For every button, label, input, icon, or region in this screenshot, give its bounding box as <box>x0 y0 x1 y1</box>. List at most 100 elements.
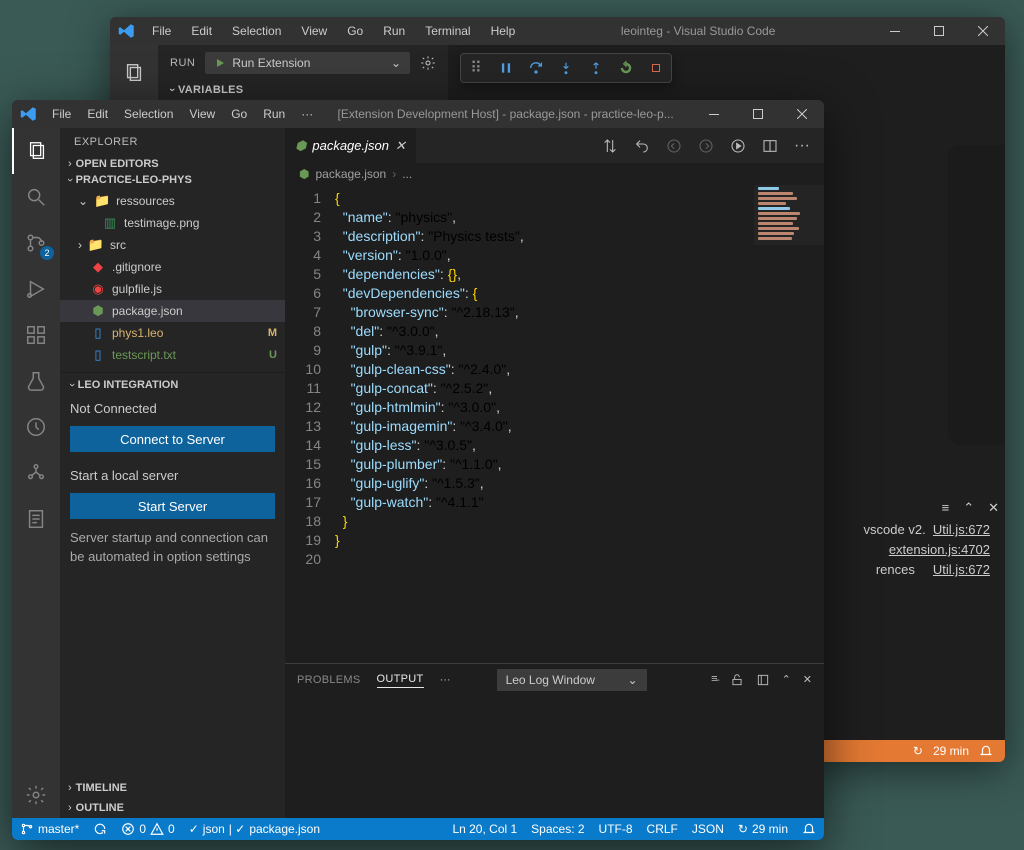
timeline-section[interactable]: TIMELINE <box>60 778 285 798</box>
compare-icon[interactable] <box>598 134 622 158</box>
menu-go[interactable]: Go <box>339 20 371 42</box>
stop-icon[interactable] <box>641 53 671 83</box>
menu-terminal[interactable]: Terminal <box>417 20 478 42</box>
run-debug-icon[interactable] <box>12 266 60 312</box>
explorer-icon[interactable] <box>12 128 60 174</box>
back-titlebar: File Edit Selection View Go Run Terminal… <box>110 17 1005 45</box>
vscode-logo-icon <box>118 22 136 40</box>
file-gulpfile[interactable]: ◉gulpfile.js <box>60 278 285 300</box>
menu-run[interactable]: Run <box>375 20 413 42</box>
output-channel-dropdown[interactable]: Leo Log Window ⌄ <box>497 669 647 691</box>
minimize-button[interactable] <box>692 100 736 128</box>
menu-selection[interactable]: Selection <box>224 20 289 42</box>
document-icon[interactable] <box>12 496 60 542</box>
more-icon[interactable]: ··· <box>440 674 451 686</box>
file-phys1[interactable]: ▯phys1.leoM <box>60 322 285 344</box>
tab-package-json[interactable]: ⬢ package.json ✕ <box>285 128 417 163</box>
menu-overflow[interactable]: ··· <box>295 103 319 125</box>
menu-file[interactable]: File <box>46 103 77 125</box>
notifications-bell-icon[interactable] <box>802 822 816 836</box>
schema-check[interactable]: ✓ json | ✓ package.json <box>189 822 320 836</box>
problems-tab[interactable]: PROBLEMS <box>297 674 361 686</box>
clear-output-icon[interactable]: ≡̵ <box>711 673 717 687</box>
language-mode[interactable]: JSON <box>692 822 724 836</box>
close-button[interactable] <box>780 100 824 128</box>
outline-tree-icon[interactable] <box>12 450 60 496</box>
menu-view[interactable]: View <box>183 103 221 125</box>
folder-src[interactable]: ›📁src <box>60 234 285 256</box>
encoding[interactable]: UTF-8 <box>599 822 633 836</box>
menu-view[interactable]: View <box>293 20 335 42</box>
step-over-icon[interactable] <box>521 53 551 83</box>
drag-handle-icon[interactable]: ⠿ <box>461 53 491 83</box>
file-testscript[interactable]: ▯testscript.txtU <box>60 344 285 366</box>
close-icon[interactable]: ✕ <box>988 500 999 516</box>
chevron-up-icon[interactable]: ⌃ <box>782 673 791 687</box>
folder-ressources[interactable]: ⌄📁ressources <box>60 190 285 212</box>
maximize-button[interactable] <box>917 17 961 45</box>
start-server-button[interactable]: Start Server <box>70 493 275 519</box>
breadcrumb[interactable]: ⬢ package.json › ... <box>285 163 824 185</box>
cursor-position[interactable]: Ln 20, Col 1 <box>452 822 517 836</box>
lock-scroll-icon[interactable] <box>730 673 744 687</box>
log-link[interactable]: Util.js:672 <box>933 562 990 577</box>
settings-gear-icon[interactable] <box>12 772 60 818</box>
timer[interactable]: ↻ 29 min <box>738 822 788 836</box>
list-icon[interactable]: ≡ <box>942 500 950 516</box>
undo-icon[interactable] <box>630 134 654 158</box>
close-button[interactable] <box>961 17 1005 45</box>
maximize-button[interactable] <box>736 100 780 128</box>
test-icon[interactable] <box>12 358 60 404</box>
run-config-dropdown[interactable]: Run Extension ⌄ <box>205 52 410 74</box>
indentation[interactable]: Spaces: 2 <box>531 822 584 836</box>
split-editor-icon[interactable] <box>758 134 782 158</box>
open-log-icon[interactable] <box>756 673 770 687</box>
file-gitignore[interactable]: ◆.gitignore <box>60 256 285 278</box>
errors-warnings[interactable]: 0 0 <box>121 822 174 836</box>
next-change-icon[interactable] <box>694 134 718 158</box>
chevron-up-icon[interactable]: ⌃ <box>963 500 974 516</box>
step-out-icon[interactable] <box>581 53 611 83</box>
eol[interactable]: CRLF <box>647 822 678 836</box>
source-control-icon[interactable]: 2 <box>12 220 60 266</box>
output-tab[interactable]: OUTPUT <box>377 673 424 688</box>
restart-icon[interactable] <box>611 53 641 83</box>
git-branch[interactable]: master* <box>20 822 79 836</box>
prev-change-icon[interactable] <box>662 134 686 158</box>
bell-icon[interactable] <box>979 744 993 758</box>
menu-go[interactable]: Go <box>225 103 253 125</box>
step-into-icon[interactable] <box>551 53 581 83</box>
debug-toolbar[interactable]: ⠿ <box>460 53 672 83</box>
pause-icon[interactable] <box>491 53 521 83</box>
file-testimage[interactable]: ▥testimage.png <box>60 212 285 234</box>
log-link[interactable]: Util.js:672 <box>933 522 990 537</box>
gear-icon[interactable] <box>420 55 436 71</box>
code-editor[interactable]: 1234567891011121314151617181920 { "name"… <box>285 185 824 663</box>
leo-heading[interactable]: LEO INTEGRATION <box>70 379 275 395</box>
file-package-json[interactable]: ⬢package.json <box>60 300 285 322</box>
minimap[interactable] <box>754 185 824 245</box>
menu-selection[interactable]: Selection <box>118 103 179 125</box>
outline-section[interactable]: OUTLINE <box>60 798 285 818</box>
menu-run[interactable]: Run <box>257 103 291 125</box>
log-link[interactable]: extension.js:4702 <box>889 542 990 557</box>
code-body[interactable]: { "name": "physics", "description": "Phy… <box>335 185 824 663</box>
files-icon[interactable] <box>110 53 158 93</box>
menu-edit[interactable]: Edit <box>183 20 220 42</box>
search-icon[interactable] <box>12 174 60 220</box>
variables-section[interactable]: VARIABLES <box>158 80 448 100</box>
run-icon[interactable] <box>726 134 750 158</box>
project-section[interactable]: PRACTICE-LEO-PHYS <box>60 172 285 188</box>
close-tab-icon[interactable]: ✕ <box>395 138 406 154</box>
connect-server-button[interactable]: Connect to Server <box>70 426 275 452</box>
sync-icon[interactable] <box>93 822 107 836</box>
leo-icon[interactable] <box>12 404 60 450</box>
menu-help[interactable]: Help <box>483 20 524 42</box>
menu-edit[interactable]: Edit <box>81 103 114 125</box>
extensions-icon[interactable] <box>12 312 60 358</box>
open-editors-section[interactable]: OPEN EDITORS <box>60 156 285 172</box>
close-panel-icon[interactable]: ✕ <box>803 673 812 687</box>
menu-file[interactable]: File <box>144 20 179 42</box>
minimize-button[interactable] <box>873 17 917 45</box>
more-icon[interactable]: ··· <box>790 133 814 159</box>
